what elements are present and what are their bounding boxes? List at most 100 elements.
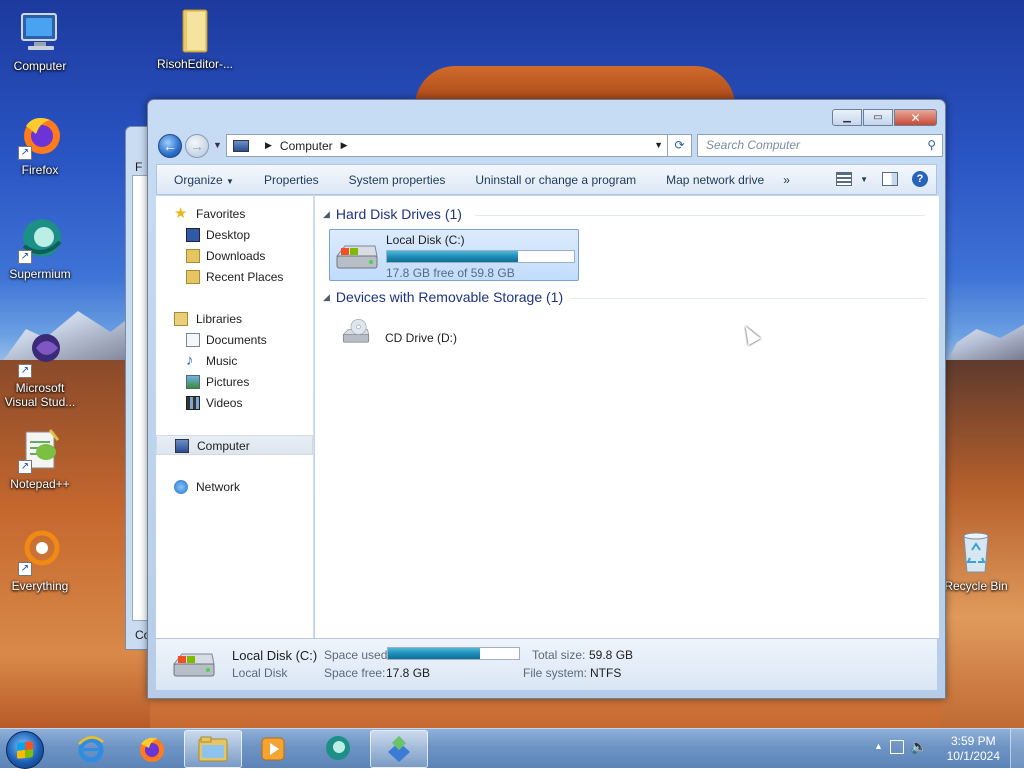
drive-c[interactable]: Local Disk (C:) 17.8 GB free of 59.8 GB: [329, 229, 579, 281]
nav-computer[interactable]: Computer: [156, 435, 313, 455]
details-total-size-label: Total size:: [532, 648, 586, 662]
nav-videos[interactable]: Videos: [156, 393, 313, 413]
navigation-pane: ★ Favorites Desktop Downloads Recent Pla…: [156, 196, 314, 638]
system-properties-button[interactable]: System properties: [334, 173, 461, 187]
hard-drive-icon: [172, 653, 215, 677]
videos-icon: [186, 396, 200, 410]
shortcut-arrow-icon: ↗: [18, 562, 32, 576]
taskbar-risoheditor[interactable]: [370, 730, 428, 768]
show-desktop-button[interactable]: [1010, 729, 1024, 769]
everything-icon: ↗: [16, 528, 64, 576]
start-button[interactable]: [6, 731, 44, 769]
taskbar-file-explorer[interactable]: [184, 730, 242, 768]
preview-pane-button[interactable]: [882, 172, 898, 186]
chevron-right-icon[interactable]: ▶: [341, 140, 348, 151]
desktop-icon-recycle-bin[interactable]: Recycle Bin: [936, 528, 1016, 593]
toolbar-right-icons: ▼ ?: [836, 171, 928, 187]
downloads-folder-icon: [186, 249, 200, 263]
close-button[interactable]: ✕: [894, 109, 937, 126]
nav-libraries[interactable]: Libraries: [156, 309, 313, 329]
details-total-size-value: 59.8 GB: [589, 648, 634, 662]
details-space-used-label: Space used:: [324, 648, 391, 662]
nav-music[interactable]: ♪ Music: [156, 351, 313, 371]
show-hidden-icons-button[interactable]: ▲: [874, 741, 883, 751]
desktop-icon-computer[interactable]: Computer: [0, 8, 80, 73]
supermium-icon: [326, 736, 350, 760]
collapse-triangle-icon[interactable]: ◢: [323, 209, 330, 220]
supermium-icon: ↗: [16, 216, 64, 264]
organize-button[interactable]: Organize ▼: [157, 173, 249, 187]
taskbar: ▲ 🔈 3:59 PM 10/1/2024: [0, 728, 1024, 769]
taskbar-internet-explorer[interactable]: [62, 730, 120, 768]
search-input[interactable]: Search Computer ⚲: [697, 134, 943, 157]
nav-documents[interactable]: Documents: [156, 330, 313, 350]
search-icon[interactable]: ⚲: [927, 135, 936, 156]
wallpaper-mountain: [945, 324, 1024, 365]
collapse-triangle-icon[interactable]: ◢: [323, 292, 330, 303]
desktop-icon-supermium[interactable]: ↗ Supermium: [0, 216, 80, 281]
nav-downloads[interactable]: Downloads: [156, 246, 313, 266]
details-pane: Local Disk (C:) Local Disk Space used: S…: [156, 638, 937, 690]
drive-d[interactable]: CD Drive (D:): [329, 312, 469, 364]
pictures-icon: [186, 375, 200, 389]
minimize-button[interactable]: ▁: [832, 109, 862, 126]
volume-muted-icon[interactable]: 🔈: [910, 738, 927, 755]
nav-recent-places[interactable]: Recent Places: [156, 267, 313, 287]
system-tray: ▲ 🔈 3:59 PM 10/1/2024: [864, 729, 1024, 769]
details-drive-type: Local Disk: [232, 666, 288, 680]
recent-pages-dropdown[interactable]: ▼: [213, 140, 222, 150]
group-divider: [475, 215, 925, 216]
shortcut-arrow-icon: ↗: [18, 364, 32, 378]
recent-places-icon: [186, 270, 200, 284]
music-icon: ♪: [186, 352, 194, 369]
nav-network[interactable]: Network: [156, 477, 313, 497]
desktop-icon-everything[interactable]: ↗ Everything: [0, 528, 80, 593]
group-hard-disk-drives[interactable]: ◢ Hard Disk Drives (1): [323, 206, 462, 222]
network-icon: [174, 480, 188, 494]
nav-favorites[interactable]: ★ Favorites: [156, 204, 313, 224]
back-button[interactable]: ←: [158, 134, 182, 158]
refresh-button[interactable]: ⟳: [668, 134, 692, 157]
maximize-button[interactable]: ▭: [863, 109, 893, 126]
taskbar-supermium[interactable]: [308, 730, 366, 768]
details-space-free-label: Space free:: [324, 666, 386, 680]
explorer-window[interactable]: ▁ ▭ ✕ ← → ▼ ▶ Computer ▶ ▼ ⟳ Search Comp…: [147, 99, 946, 699]
firefox-icon: ↗: [16, 112, 64, 160]
nav-desktop[interactable]: Desktop: [156, 225, 313, 245]
computer-icon: [233, 139, 249, 152]
change-view-button[interactable]: ▼: [836, 172, 868, 186]
caption-buttons: ▁ ▭ ✕: [832, 109, 937, 126]
cd-drive-icon: [342, 318, 370, 343]
chevron-down-icon: ▼: [226, 176, 234, 186]
recycle-bin-icon: [952, 528, 1000, 576]
desktop-icon-risoheditor[interactable]: RisohEditor-...: [155, 6, 235, 71]
desktop-icon-visual-studio[interactable]: ↗ Microsoft Visual Stud...: [0, 330, 80, 409]
network-status-icon[interactable]: [890, 740, 904, 754]
address-bar[interactable]: ▶ Computer ▶ ▼: [226, 134, 668, 157]
help-button[interactable]: ?: [912, 171, 928, 187]
folder-icon: [171, 6, 219, 54]
desktop-icon-firefox[interactable]: ↗ Firefox: [0, 112, 80, 177]
shortcut-arrow-icon: ↗: [18, 460, 32, 474]
taskbar-media-player[interactable]: [244, 730, 302, 768]
star-icon: ★: [174, 205, 188, 222]
firefox-icon: [140, 737, 164, 762]
breadcrumb-computer[interactable]: Computer: [280, 139, 333, 153]
address-dropdown-icon[interactable]: ▼: [654, 140, 663, 150]
map-network-drive-button[interactable]: Map network drive: [651, 173, 779, 187]
clock[interactable]: 3:59 PM 10/1/2024: [947, 734, 1000, 764]
group-divider: [571, 298, 925, 299]
chevron-right-icon[interactable]: ▶: [265, 140, 272, 151]
nav-pictures[interactable]: Pictures: [156, 372, 313, 392]
properties-button[interactable]: Properties: [249, 173, 334, 187]
desktop-icon-notepadpp[interactable]: ↗ Notepad++: [0, 426, 80, 491]
uninstall-program-button[interactable]: Uninstall or change a program: [460, 173, 651, 187]
forward-button[interactable]: →: [185, 134, 209, 158]
details-space-free-value: 17.8 GB: [386, 666, 431, 680]
toolbar-overflow-button[interactable]: »: [779, 173, 794, 187]
content-pane: ◢ Hard Disk Drives (1) Local Disk (C:) 1…: [315, 196, 939, 638]
chevron-down-icon: ▼: [860, 174, 868, 184]
taskbar-firefox[interactable]: [122, 730, 180, 768]
shortcut-arrow-icon: ↗: [18, 250, 32, 264]
group-removable-storage[interactable]: ◢ Devices with Removable Storage (1): [323, 289, 563, 305]
